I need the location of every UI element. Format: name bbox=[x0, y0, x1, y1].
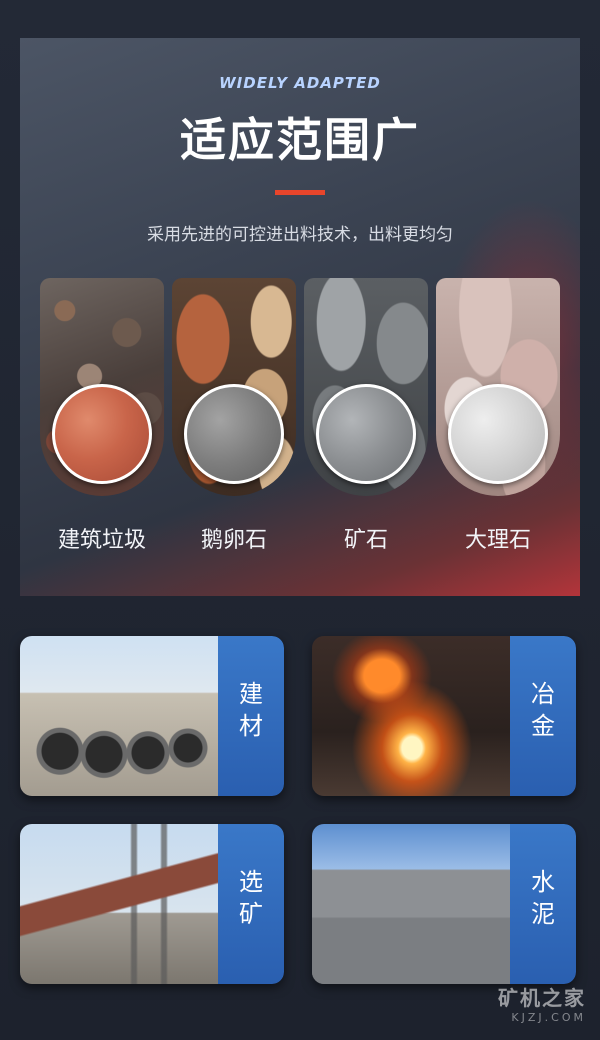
white-chips-sample bbox=[448, 384, 548, 484]
application-tab: 冶金 bbox=[510, 636, 576, 796]
grey-ore-sample bbox=[316, 384, 416, 484]
material-label: 鹅卵石 bbox=[200, 528, 267, 553]
ore-photo bbox=[304, 278, 428, 496]
application-card-ore-dressing[interactable]: 选矿 bbox=[20, 824, 284, 984]
application-tab: 选矿 bbox=[218, 824, 284, 984]
watermark-en: KJZJ.COM bbox=[511, 1011, 586, 1024]
watermark-cn: 矿机之家 bbox=[498, 986, 586, 1010]
materials-row: 建筑垃圾 鹅卵石 矿石 大理石 bbox=[40, 278, 560, 578]
application-tab: 建材 bbox=[218, 636, 284, 796]
pebbles-photo bbox=[172, 278, 296, 496]
red-aggregate-sample bbox=[52, 384, 152, 484]
section-eyebrow: WIDELY ADAPTED bbox=[219, 74, 381, 92]
site-watermark: 矿机之家 KJZJ.COM bbox=[498, 982, 586, 1024]
material-card-ore: 矿石 bbox=[304, 278, 428, 553]
application-tab: 水泥 bbox=[510, 824, 576, 984]
material-label: 大理石 bbox=[464, 528, 531, 553]
material-card-construction-waste: 建筑垃圾 bbox=[40, 278, 164, 553]
molten-metal-photo bbox=[312, 636, 512, 796]
application-card-metallurgy[interactable]: 冶金 bbox=[312, 636, 576, 796]
title-accent-bar bbox=[275, 190, 325, 195]
material-card-pebbles: 鹅卵石 bbox=[172, 278, 296, 553]
building-pipes-photo bbox=[20, 636, 220, 796]
material-card-marble: 大理石 bbox=[436, 278, 560, 553]
material-label: 矿石 bbox=[343, 528, 388, 553]
application-card-building-materials[interactable]: 建材 bbox=[20, 636, 284, 796]
section-title: 适应范围广 bbox=[180, 113, 420, 167]
hero-panel: WIDELY ADAPTED 适应范围广 采用先进的可控进出料技术，出料更均匀 … bbox=[20, 38, 580, 596]
material-label: 建筑垃圾 bbox=[57, 528, 146, 553]
application-label: 冶金 bbox=[531, 680, 555, 740]
construction-waste-photo bbox=[40, 278, 164, 496]
grey-gravel-sample bbox=[184, 384, 284, 484]
section-subtitle: 采用先进的可控进出料技术，出料更均匀 bbox=[147, 225, 453, 245]
rotary-kiln-photo bbox=[20, 824, 220, 984]
marble-photo bbox=[436, 278, 560, 496]
application-card-cement[interactable]: 水泥 bbox=[312, 824, 576, 984]
application-label: 选矿 bbox=[239, 868, 263, 928]
cement-blocks-photo bbox=[312, 824, 512, 984]
application-label: 建材 bbox=[239, 680, 263, 740]
application-label: 水泥 bbox=[531, 868, 555, 928]
